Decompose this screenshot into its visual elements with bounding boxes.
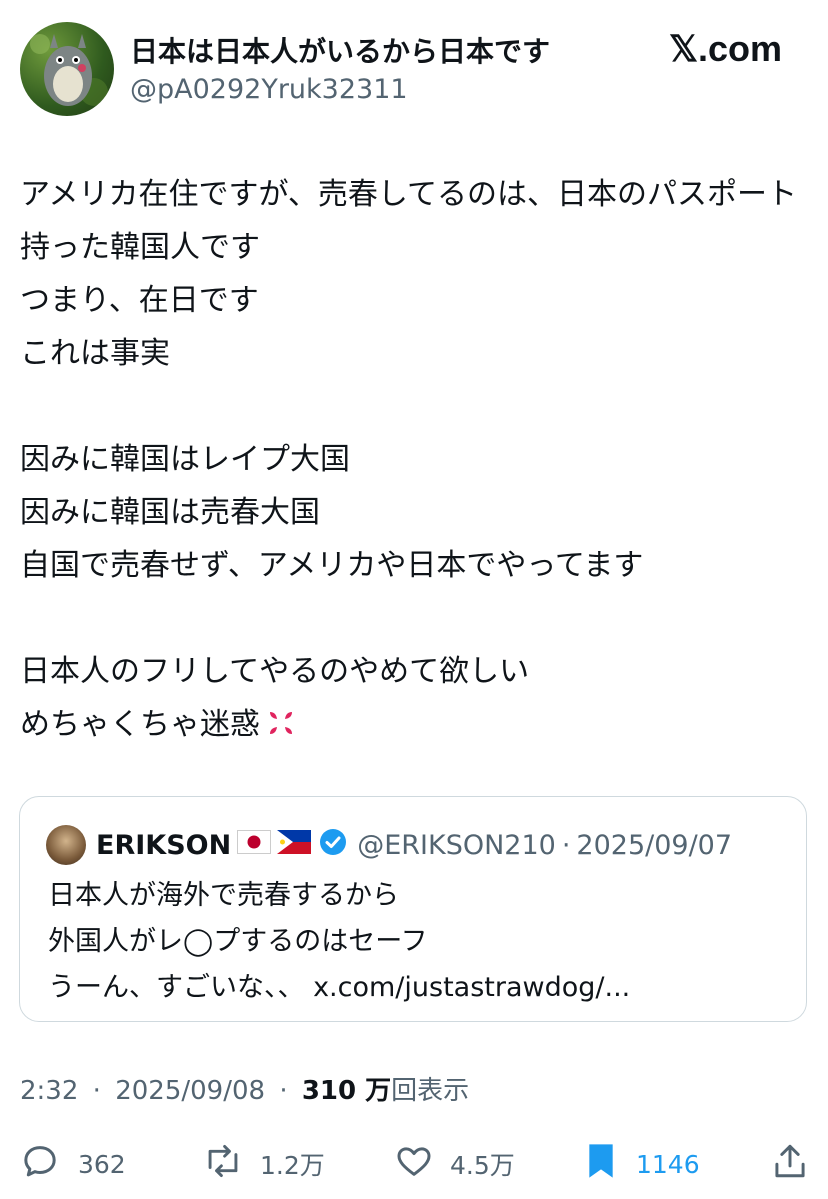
bookmark-count: 1146 [636,1149,700,1179]
anger-icon [264,704,298,757]
tweet-text: アメリカ在住ですが、売春してるのは、日本のパスポート持った韓国人です つまり、在… [20,168,810,751]
quoted-line: 外国人がレ◯プするのはセーフ [48,926,428,957]
quoted-line: 日本人が海外で売春するから [48,880,399,911]
bookmark-icon [584,1141,618,1187]
quoted-text: 日本人が海外で売春するから 外国人がレ◯プするのはセーフ うーん、すごいな、、 … [48,873,630,1011]
tweet-line: これは事実 [20,336,170,371]
share-icon [772,1141,808,1187]
avatar[interactable] [20,22,114,116]
like-button[interactable]: 4.5万 [394,1144,515,1184]
repost-count: 1.2万 [260,1151,325,1180]
timestamp-row: 2:32 · 2025/09/08 · 310 万回表示 [20,1070,469,1107]
views-label: 回表示 [391,1076,470,1106]
repost-icon [202,1141,244,1187]
quoted-handle[interactable]: @ERIKSON210 [357,830,556,861]
tweet-line: 日本人のフリしてやるのやめて欲しい [20,654,530,689]
display-name[interactable]: 日本は日本人がいるから日本です [130,30,550,70]
separator-dot: · [92,1076,101,1106]
reply-button[interactable]: 362 [20,1144,126,1184]
quoted-name[interactable]: ERIKSON [96,830,231,861]
quoted-avatar[interactable] [46,825,86,865]
quoted-line: うーん、すごいな、、 x.com/justastrawdog/... [48,972,631,1003]
japan-flag-icon [237,829,272,861]
like-count: 4.5万 [450,1151,515,1180]
bookmark-button[interactable]: 1146 [584,1144,700,1184]
tweet-time[interactable]: 2:32 [20,1076,78,1106]
quoted-date[interactable]: 2025/09/07 [576,830,732,861]
views-count: 310 万 [301,1076,392,1106]
philippines-flag-icon [277,829,312,861]
site-label: 𝕏.com [668,28,782,69]
tweet-line-text: めちゃくちゃ迷惑 [20,707,260,742]
tweet-line: アメリカ在住ですが、売春してるのは、日本のパスポート持った韓国人です [20,177,797,265]
reply-icon [20,1141,60,1187]
action-bar: 362 1.2万 4.5万 1146 [0,1136,828,1192]
repost-button[interactable]: 1.2万 [202,1144,325,1184]
separator-dot: · [279,1076,288,1106]
tweet-line: 因みに韓国は売春大国 [20,495,320,530]
like-icon [394,1141,434,1187]
separator-dot: · [561,829,571,861]
user-handle[interactable]: @pA0292Yruk32311 [130,74,408,105]
reply-count: 362 [78,1149,126,1179]
quoted-tweet-card[interactable]: ERIKSON @ERIKSON210 · 2025/09/07 日本人が海外で… [19,796,807,1022]
tweet-date[interactable]: 2025/09/08 [115,1076,265,1106]
tweet-line: 自国で売春せず、アメリカや日本でやってます [20,548,644,583]
tweet-line-last: めちゃくちゃ迷惑 [20,698,810,751]
quoted-header: ERIKSON @ERIKSON210 · 2025/09/07 [96,825,732,865]
tweet-line: つまり、在日です [20,283,259,318]
tweet-line: 因みに韓国はレイプ大国 [20,442,350,477]
verified-icon [319,828,347,863]
share-button[interactable] [772,1144,808,1184]
